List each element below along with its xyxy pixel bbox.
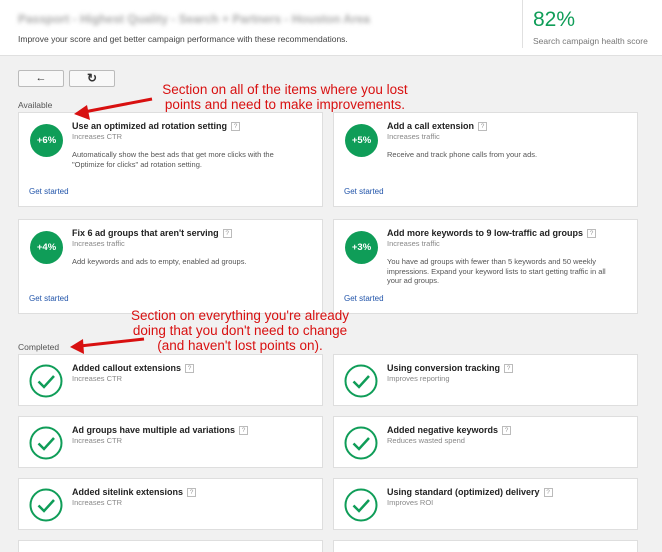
- help-icon[interactable]: ?: [478, 122, 488, 131]
- help-icon[interactable]: ?: [502, 426, 512, 435]
- completed-title: Ad groups have multiple ad variations?: [72, 425, 249, 435]
- recommendation-description: You have ad groups with fewer than 5 key…: [387, 257, 606, 285]
- completed-title-text: Ad groups have multiple ad variations: [72, 425, 236, 435]
- score-badge: +4%: [30, 231, 63, 264]
- health-score-panel: 82% Search campaign health score: [522, 0, 662, 48]
- recommendation-benefit: Increases traffic: [387, 132, 440, 141]
- recommendation-card: +6% Use an optimized ad rotation setting…: [18, 112, 323, 207]
- completed-title-text: Added negative keywords: [387, 425, 499, 435]
- checkmark-circle-icon: [29, 364, 63, 398]
- completed-benefit: Improves reporting: [387, 374, 450, 383]
- help-icon[interactable]: ?: [222, 229, 232, 238]
- help-icon[interactable]: ?: [543, 488, 553, 497]
- recommendation-card: +3% Add more keywords to 9 low-traffic a…: [333, 219, 638, 314]
- score-badge: +3%: [345, 231, 378, 264]
- recommendation-benefit: Increases CTR: [72, 132, 123, 141]
- help-icon[interactable]: ?: [231, 122, 241, 131]
- completed-title: Added callout extensions?: [72, 363, 195, 373]
- score-badge: +5%: [345, 124, 378, 157]
- recommendation-benefit: Increases traffic: [387, 239, 440, 248]
- completed-title-text: Using standard (optimized) delivery: [387, 487, 540, 497]
- recommendation-card: +5% Add a call extension? Increases traf…: [333, 112, 638, 207]
- completed-benefit: Increases CTR: [72, 374, 123, 383]
- recommendation-title-text: Fix 6 ad groups that aren't serving: [72, 228, 219, 238]
- recommendation-description: Add keywords and ads to empty, enabled a…: [72, 257, 247, 266]
- recommendation-title: Add a call extension?: [387, 121, 488, 131]
- recommendation-title: Add more keywords to 9 low-traffic ad gr…: [387, 228, 597, 238]
- completed-title: Added negative keywords?: [387, 425, 512, 435]
- health-score-value: 82%: [533, 8, 576, 31]
- completed-title: Using standard (optimized) delivery?: [387, 487, 553, 497]
- completed-benefit: Improves ROI: [387, 498, 434, 507]
- get-started-link[interactable]: Get started: [344, 187, 384, 196]
- completed-title: Added sitelink extensions?: [72, 487, 197, 497]
- campaign-title: Passport - Highest Quality - Search + Pa…: [18, 12, 370, 26]
- recommendation-title-text: Add a call extension: [387, 121, 475, 131]
- get-started-link[interactable]: Get started: [29, 294, 69, 303]
- completed-card: Added callout extensions? Increases CTR: [18, 354, 323, 406]
- completed-section-label: Completed: [18, 342, 60, 352]
- completed-benefit: Increases CTR: [72, 498, 123, 507]
- refresh-icon: ↻: [86, 71, 98, 85]
- health-score-label: Search campaign health score: [533, 36, 648, 46]
- help-icon[interactable]: ?: [187, 488, 197, 497]
- page-subtitle: Improve your score and get better campai…: [18, 34, 348, 44]
- help-icon[interactable]: ?: [587, 229, 597, 238]
- get-started-link[interactable]: Get started: [29, 187, 69, 196]
- back-button[interactable]: ←: [18, 70, 64, 87]
- checkmark-circle-icon: [344, 364, 378, 398]
- back-arrow-icon: ←: [35, 72, 47, 84]
- help-icon[interactable]: ?: [185, 364, 195, 373]
- annotation-arrow-icon: [74, 97, 153, 120]
- help-icon[interactable]: ?: [239, 426, 249, 435]
- completed-card: [18, 540, 323, 552]
- completed-card: Ad groups have multiple ad variations? I…: [18, 416, 323, 468]
- recommendation-benefit: Increases traffic: [72, 239, 125, 248]
- annotation-available: Section on all of the items where you lo…: [150, 82, 420, 112]
- completed-title: Using conversion tracking?: [387, 363, 514, 373]
- page-header: Passport - Highest Quality - Search + Pa…: [0, 0, 662, 56]
- completed-card: Added sitelink extensions? Increases CTR: [18, 478, 323, 530]
- completed-card: Using conversion tracking? Improves repo…: [333, 354, 638, 406]
- completed-title-text: Using conversion tracking: [387, 363, 501, 373]
- completed-title-text: Added callout extensions: [72, 363, 182, 373]
- recommendation-description: Automatically show the best ads that get…: [72, 150, 274, 169]
- completed-benefit: Increases CTR: [72, 436, 123, 445]
- annotation-line: points and need to make improvements.: [164, 97, 406, 112]
- completed-benefit: Reduces wasted spend: [387, 436, 465, 445]
- checkmark-circle-icon: [29, 426, 63, 460]
- completed-card: [333, 540, 638, 552]
- recommendation-title: Fix 6 ad groups that aren't serving?: [72, 228, 232, 238]
- annotation-line: Section on all of the items where you lo…: [162, 82, 408, 97]
- recommendation-card: +4% Fix 6 ad groups that aren't serving?…: [18, 219, 323, 314]
- completed-card: Using standard (optimized) delivery? Imp…: [333, 478, 638, 530]
- refresh-button[interactable]: ↻: [69, 70, 115, 87]
- annotation-line: Section on everything you're already: [131, 308, 349, 323]
- checkmark-circle-icon: [344, 426, 378, 460]
- recommendation-title-text: Add more keywords to 9 low-traffic ad gr…: [387, 228, 584, 238]
- available-section-label: Available: [18, 100, 53, 110]
- recommendation-description: Receive and track phone calls from your …: [387, 150, 538, 159]
- checkmark-circle-icon: [344, 488, 378, 522]
- help-icon[interactable]: ?: [504, 364, 514, 373]
- annotation-arrow-icon: [70, 337, 145, 354]
- completed-title-text: Added sitelink extensions: [72, 487, 184, 497]
- completed-card: Added negative keywords? Reduces wasted …: [333, 416, 638, 468]
- score-badge: +6%: [30, 124, 63, 157]
- checkmark-circle-icon: [29, 488, 63, 522]
- get-started-link[interactable]: Get started: [344, 294, 384, 303]
